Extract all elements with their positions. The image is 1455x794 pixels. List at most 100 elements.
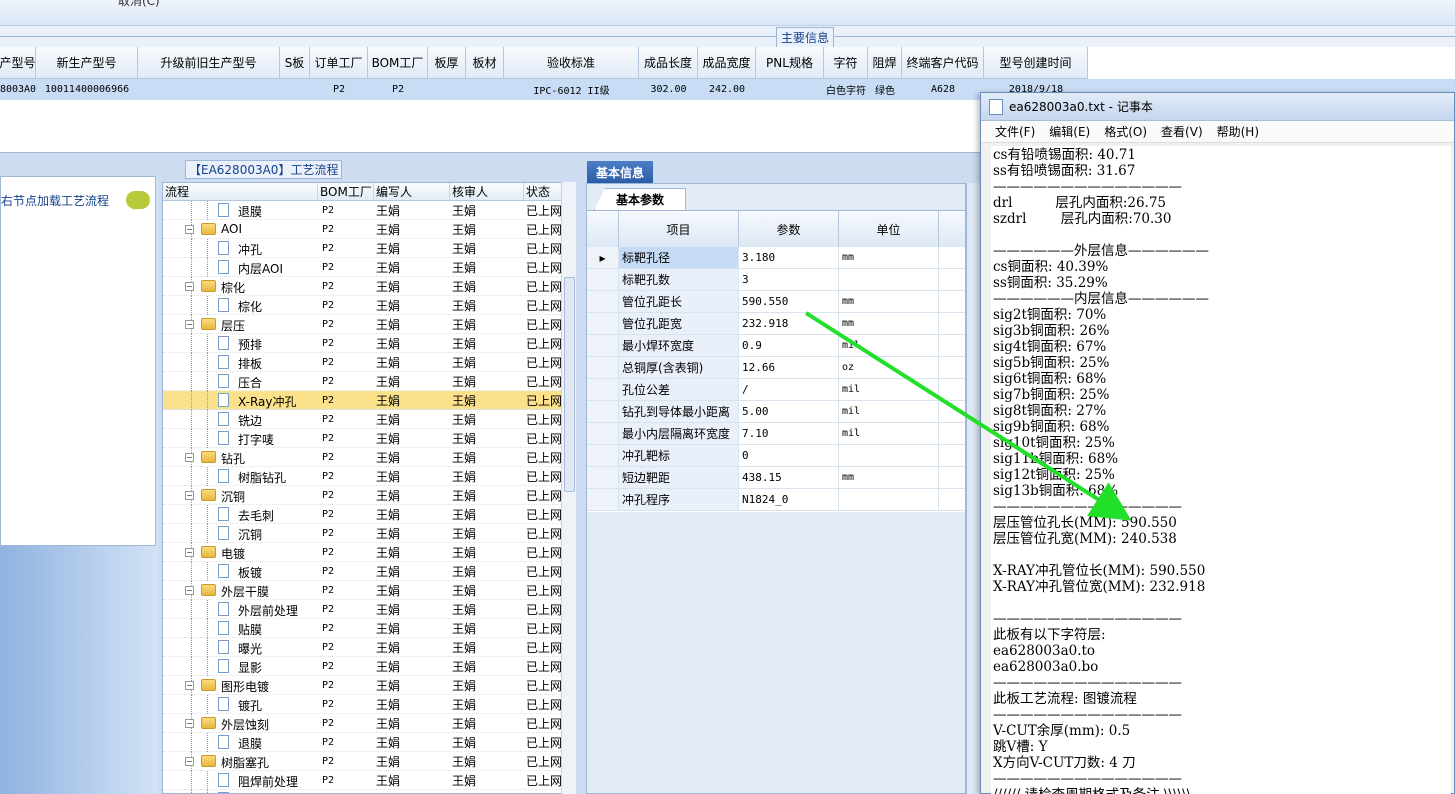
main-cell[interactable]: P2: [310, 79, 368, 100]
main-col-header[interactable]: 升级前旧生产型号: [138, 47, 280, 79]
process-node[interactable]: 打字唛: [163, 428, 318, 448]
notepad-menu-item[interactable]: 帮助(H): [1217, 123, 1259, 140]
param-row[interactable]: 管位孔距长 590.550 mm: [587, 291, 965, 313]
process-row[interactable]: 显影 P2 王娟 王娟 已上网: [163, 656, 575, 676]
collapse-icon[interactable]: −: [185, 680, 194, 690]
param-value[interactable]: 5.00: [739, 401, 839, 422]
collapse-icon[interactable]: −: [185, 281, 194, 291]
left-tree-area[interactable]: 右节点加载工艺流程: [0, 176, 156, 546]
process-node[interactable]: 内层AOI: [163, 257, 318, 277]
params-col-header[interactable]: 单位: [839, 211, 939, 247]
main-cell[interactable]: IPC-6012 II级: [504, 79, 639, 100]
process-node[interactable]: 阻焊前处理: [163, 770, 318, 790]
process-row[interactable]: 镀孔 P2 王娟 王娟 已上网: [163, 694, 575, 714]
main-col-header[interactable]: 订单工厂: [310, 47, 368, 79]
notepad-menu-item[interactable]: 文件(F): [995, 123, 1035, 140]
param-value[interactable]: 232.918: [739, 313, 839, 334]
main-col-header[interactable]: 新生产型号: [36, 47, 138, 79]
collapse-icon[interactable]: −: [185, 585, 194, 595]
main-col-header[interactable]: 板材: [466, 47, 504, 79]
main-cell[interactable]: 242.00: [698, 79, 756, 100]
process-node[interactable]: 曝光: [163, 637, 318, 657]
process-node[interactable]: 退膜: [163, 200, 318, 220]
notepad-titlebar[interactable]: ea628003a0.txt - 记事本: [981, 93, 1454, 121]
param-row[interactable]: 孔位公差 / mil: [587, 379, 965, 401]
main-cell[interactable]: 白色字符: [824, 79, 868, 100]
collapse-icon[interactable]: −: [185, 718, 194, 728]
process-node[interactable]: 预排: [163, 333, 318, 353]
param-value[interactable]: 590.550: [739, 291, 839, 312]
process-node[interactable]: − AOI: [163, 219, 318, 239]
process-node[interactable]: 板镀: [163, 561, 318, 581]
process-row[interactable]: 排板 P2 王娟 王娟 已上网: [163, 352, 575, 372]
collapse-icon[interactable]: −: [185, 319, 194, 329]
process-node[interactable]: 树脂钻孔: [163, 466, 318, 486]
process-row[interactable]: 退膜 P2 王娟 王娟 已上网: [163, 200, 575, 220]
process-node[interactable]: − 外层干膜: [163, 580, 318, 600]
process-node[interactable]: 显影: [163, 656, 318, 676]
param-value[interactable]: 3: [739, 269, 839, 290]
process-row[interactable]: 阻焊前处理 P2 王娟 王娟 已上网: [163, 770, 575, 790]
process-row[interactable]: 沉铜 P2 王娟 王娟 已上网: [163, 523, 575, 543]
process-row[interactable]: − 层压 P2 王娟 王娟 已上网: [163, 314, 575, 334]
process-node[interactable]: 冲孔: [163, 238, 318, 258]
tab-basic-info[interactable]: 基本信息: [587, 161, 653, 183]
main-col-header[interactable]: BOM工厂: [368, 47, 428, 79]
process-row[interactable]: 退膜 P2 王娟 王娟 已上网: [163, 732, 575, 752]
process-node[interactable]: 外层前处理: [163, 599, 318, 619]
param-row[interactable]: 标靶孔数 3: [587, 269, 965, 291]
params-col-header[interactable]: 项目: [619, 211, 739, 247]
cancel-label[interactable]: 取消(C): [118, 0, 160, 9]
process-row[interactable]: − 电镀 P2 王娟 王娟 已上网: [163, 542, 575, 562]
process-row[interactable]: 压合 P2 王娟 王娟 已上网: [163, 371, 575, 391]
process-row[interactable]: − 沉铜 P2 王娟 王娟 已上网: [163, 485, 575, 505]
process-row[interactable]: 打字唛 P2 王娟 王娟 已上网: [163, 428, 575, 448]
process-node[interactable]: 退膜: [163, 732, 318, 752]
param-row[interactable]: 管位孔距宽 232.918 mm: [587, 313, 965, 335]
main-col-header[interactable]: 字符: [824, 47, 868, 79]
process-node[interactable]: 铣边: [163, 409, 318, 429]
param-value[interactable]: 12.66: [739, 357, 839, 378]
param-row[interactable]: ▸ 标靶孔径 3.180 mm: [587, 247, 965, 269]
process-row[interactable]: − AOI P2 王娟 王娟 已上网: [163, 219, 575, 239]
main-cell[interactable]: P2: [368, 79, 428, 100]
process-grid-body[interactable]: 退膜 P2 王娟 王娟 已上网 − AOI P2 王娟 王娟 已上网 冲孔 P2 王娟 王娟 已上网 内层AOI…: [163, 200, 575, 793]
process-node[interactable]: − 图形电镀: [163, 675, 318, 695]
process-node[interactable]: − 层压: [163, 314, 318, 334]
main-col-header[interactable]: S板: [280, 47, 310, 79]
process-row[interactable]: 预排 P2 王娟 王娟 已上网: [163, 333, 575, 353]
param-value[interactable]: 7.10: [739, 423, 839, 444]
process-row[interactable]: 树脂塞孔P2王娟王娟已上网: [163, 789, 575, 793]
process-row[interactable]: 去毛刺 P2 王娟 王娟 已上网: [163, 504, 575, 524]
notepad-text-area[interactable]: cs有铅喷锡面积: 40.71 ss有铅喷锡面积: 31.67 ——————————…: [991, 146, 1451, 794]
main-cell[interactable]: [280, 79, 310, 100]
param-value[interactable]: /: [739, 379, 839, 400]
params-grid[interactable]: 项目 参数 单位 ▸ 标靶孔径 3.180 mm 标靶孔数 3 管位孔距长 590.550 mm 管位…: [587, 210, 965, 512]
process-node[interactable]: 压合: [163, 371, 318, 391]
main-col-header[interactable]: 产型号: [0, 47, 36, 79]
param-value[interactable]: 0.9: [739, 335, 839, 356]
notepad-menu-item[interactable]: 编辑(E): [1049, 123, 1090, 140]
message-bubble-icon[interactable]: [126, 191, 150, 210]
process-node[interactable]: 排板: [163, 352, 318, 372]
process-row[interactable]: 内层AOI P2 王娟 王娟 已上网: [163, 257, 575, 277]
process-node[interactable]: 沉铜: [163, 523, 318, 543]
process-node[interactable]: − 钻孔: [163, 447, 318, 467]
process-row[interactable]: 树脂钻孔 P2 王娟 王娟 已上网: [163, 466, 575, 486]
process-col-header[interactable]: 编写人: [374, 183, 450, 200]
process-node[interactable]: 镀孔: [163, 694, 318, 714]
process-node[interactable]: X-Ray冲孔: [163, 390, 318, 410]
main-col-header[interactable]: PNL规格: [756, 47, 824, 79]
main-cell[interactable]: [138, 79, 280, 100]
main-cell[interactable]: 10011400006966: [36, 79, 138, 100]
process-row[interactable]: − 棕化 P2 王娟 王娟 已上网: [163, 276, 575, 296]
process-row[interactable]: 板镀 P2 王娟 王娟 已上网: [163, 561, 575, 581]
process-col-header[interactable]: 核审人: [450, 183, 524, 200]
main-cell[interactable]: [466, 79, 504, 100]
main-col-header[interactable]: 板厚: [428, 47, 466, 79]
process-node[interactable]: − 树脂塞孔: [163, 751, 318, 771]
notepad-window[interactable]: ea628003a0.txt - 记事本 文件(F) 编辑(E) 格式(O) 查看(V…: [980, 92, 1455, 794]
process-tree-grid[interactable]: 流程 BOM工厂 编写人 核审人 状态 退膜 P2 王娟 王娟 已上网 − AOI P2 王娟 王娟 已上网…: [162, 182, 576, 794]
process-node[interactable]: 贴膜: [163, 618, 318, 638]
process-node[interactable]: − 棕化: [163, 276, 318, 296]
